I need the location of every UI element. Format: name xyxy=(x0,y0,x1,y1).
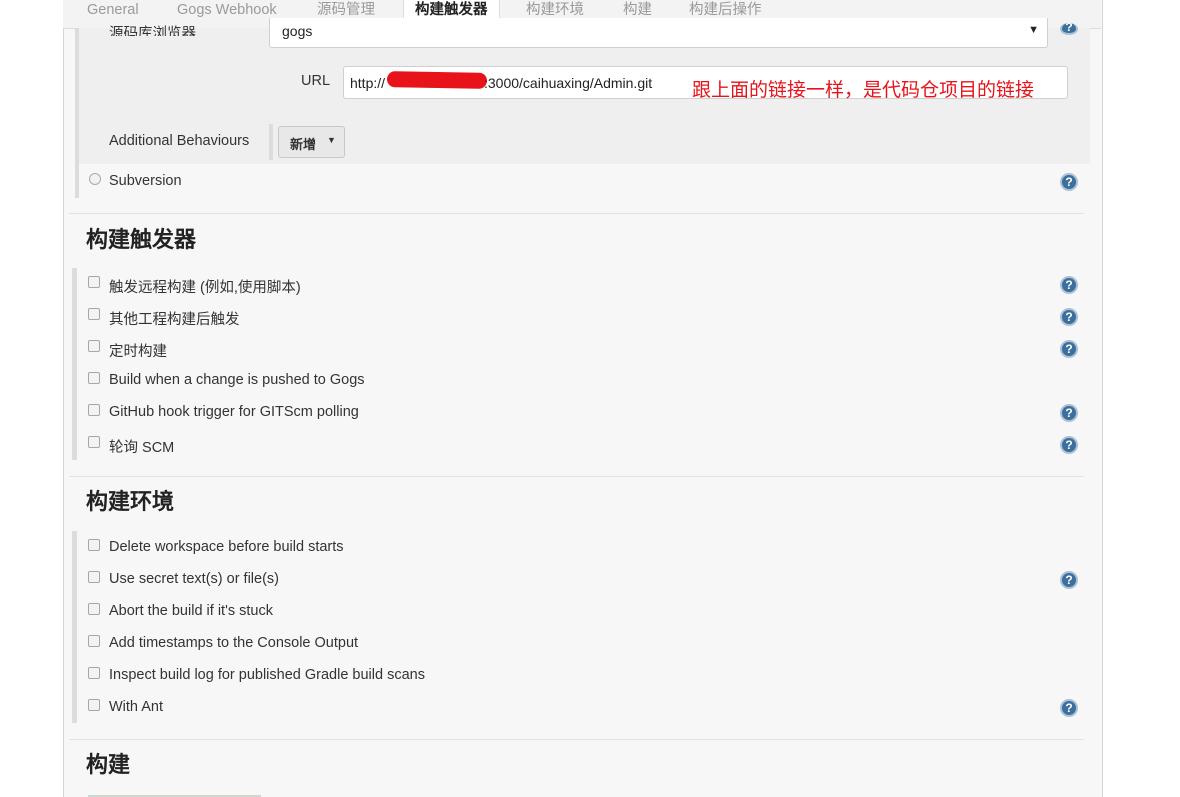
env-label: Delete workspace before build starts xyxy=(109,539,344,555)
divider xyxy=(75,164,79,198)
section-bar xyxy=(72,268,77,460)
env-label: Add timestamps to the Console Output xyxy=(109,635,359,651)
trigger-label: 触发远程构建 (例如,使用脚本) xyxy=(109,280,301,296)
subversion-label: Subversion xyxy=(109,173,182,189)
add-behaviour-button[interactable]: 新增 ▼ xyxy=(278,126,345,158)
url-suffix: :3000/caihuaxing/Admin.git xyxy=(484,75,653,91)
section-title-build-environment: 构建环境 xyxy=(86,490,175,515)
checkbox-gradle-scans[interactable] xyxy=(88,667,100,679)
help-icon[interactable]: ? xyxy=(1060,404,1078,422)
section-divider xyxy=(69,213,1084,214)
trigger-label: 其他工程构建后触发 xyxy=(109,312,240,328)
section-title-build: 构建 xyxy=(86,753,131,778)
checkbox-secret-text[interactable] xyxy=(88,571,100,583)
repo-browser-value: gogs xyxy=(282,23,313,39)
checkbox-poll-scm[interactable] xyxy=(88,436,100,448)
url-prefix: http:// xyxy=(350,75,386,91)
help-icon[interactable]: ? xyxy=(1060,571,1078,589)
repo-browser-select[interactable]: gogs ▼ xyxy=(269,18,1048,48)
trigger-label: 轮询 SCM xyxy=(109,440,175,456)
subversion-radio[interactable] xyxy=(89,173,101,185)
checkbox-after-other-projects[interactable] xyxy=(88,308,100,320)
section-title-build-triggers: 构建触发器 xyxy=(86,228,197,253)
checkbox-with-ant[interactable] xyxy=(88,699,100,711)
checkbox-gogs-push[interactable] xyxy=(88,372,100,384)
checkbox-github-hook[interactable] xyxy=(88,404,100,416)
redaction-mark xyxy=(386,71,488,89)
checkbox-remote-trigger[interactable] xyxy=(88,276,100,288)
help-icon[interactable]: ? xyxy=(1060,699,1078,717)
help-icon[interactable]: ? xyxy=(1060,173,1078,191)
env-label: With Ant xyxy=(109,699,163,715)
additional-behaviours-label: Additional Behaviours xyxy=(109,133,250,149)
help-icon[interactable]: ? xyxy=(1060,308,1078,326)
help-icon[interactable]: ? xyxy=(1060,23,1078,35)
url-label: URL xyxy=(301,73,331,89)
help-icon[interactable]: ? xyxy=(1060,340,1078,358)
checkbox-timestamps[interactable] xyxy=(88,635,100,647)
env-label: Use secret text(s) or file(s) xyxy=(109,571,279,587)
add-button-label: 新增 xyxy=(290,137,317,152)
trigger-label: Build when a change is pushed to Gogs xyxy=(109,372,365,388)
env-label: Abort the build if it's stuck xyxy=(109,603,273,619)
trigger-label: 定时构建 xyxy=(109,344,167,360)
red-annotation: 跟上面的链接一样，是代码仓项目的链接 xyxy=(692,79,1035,101)
checkbox-periodic-build[interactable] xyxy=(88,340,100,352)
caret-down-icon: ▼ xyxy=(327,135,336,145)
repo-browser-label: 源码库浏览器 xyxy=(109,26,196,36)
env-label: Inspect build log for published Gradle b… xyxy=(109,667,425,683)
caret-down-icon: ▼ xyxy=(1028,24,1039,36)
divider xyxy=(269,124,273,160)
checkbox-abort-stuck[interactable] xyxy=(88,603,100,615)
help-icon[interactable]: ? xyxy=(1060,276,1078,294)
section-bar xyxy=(72,531,77,723)
help-icon[interactable]: ? xyxy=(1060,436,1078,454)
trigger-label: GitHub hook trigger for GITScm polling xyxy=(109,404,359,420)
checkbox-delete-workspace[interactable] xyxy=(88,539,100,551)
section-divider xyxy=(69,739,1084,740)
section-divider xyxy=(69,476,1084,477)
